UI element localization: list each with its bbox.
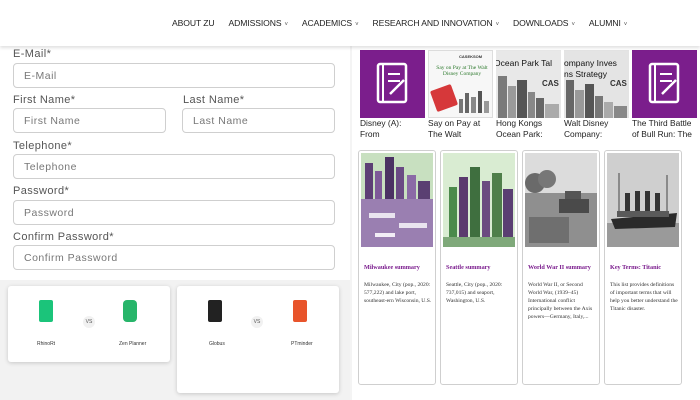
summary-card[interactable]: Milwaukee summary Milwaukee, City (pop.,… — [358, 150, 436, 385]
chevron-down-icon: ˅ — [623, 22, 628, 28]
password-label: Password* — [13, 185, 70, 197]
summary-card[interactable]: Key Terms: Titanic This list provides de… — [604, 150, 682, 385]
nav-about[interactable]: ABOUT ZU — [172, 18, 215, 28]
city-skyline-image — [498, 76, 559, 118]
case-cover: Ocean Park Tal CAS — [496, 50, 561, 118]
case-cover — [632, 50, 697, 118]
vs-badge: VS — [251, 316, 263, 328]
telephone-label: Telephone* — [13, 140, 73, 152]
case-title: Disney (A): From — [360, 118, 402, 139]
zen-planner-logo — [123, 300, 137, 322]
summary-description: Milwaukee, City (pop., 2020: 577,222) an… — [364, 282, 432, 304]
case-card[interactable]: Disney (A): From — [360, 46, 425, 146]
last-name-label: Last Name* — [183, 94, 245, 106]
confirm-password-label: Confirm Password* — [13, 231, 114, 243]
world-war-ii-image — [525, 153, 597, 247]
nav-research[interactable]: RESEARCH AND INNOVATION ˅ — [372, 18, 499, 28]
comparison-card[interactable]: VS Globus PTminder — [177, 286, 339, 393]
ptminder-logo — [293, 300, 307, 322]
comparison-left-name: RhinoRt — [37, 341, 56, 347]
summary-title[interactable]: Key Terms: Titanic — [610, 264, 661, 271]
case-card[interactable]: CASEKSOM Say on Pay at The Walt Disney C… — [428, 46, 493, 146]
nav-admissions[interactable]: ADMISSIONS ˅ — [229, 18, 288, 28]
rhinofit-logo — [39, 300, 53, 322]
password-field[interactable] — [13, 200, 335, 225]
email-label: E-Mail* — [13, 48, 52, 60]
milwaukee-image — [361, 153, 433, 247]
case-cover: ompany Inves ns Strategy CAS — [564, 50, 629, 118]
confirm-password-field[interactable] — [13, 245, 335, 270]
comparison-left-name: Globus — [209, 341, 225, 347]
case-title: The Third Battle of Bull Run: The — [632, 118, 692, 139]
comparison-card[interactable]: VS RhinoRt Zen Planner — [8, 286, 170, 362]
summary-card[interactable]: Seattle summary Seattle, City (pop., 202… — [440, 150, 518, 385]
summary-card[interactable]: World War II summary World War II, or Se… — [522, 150, 600, 385]
book-icon — [430, 84, 489, 113]
nav-downloads[interactable]: DOWNLOADS ˅ — [513, 18, 575, 28]
chevron-down-icon: ˅ — [355, 22, 359, 28]
email-field[interactable] — [13, 63, 335, 88]
summary-description: World War II, or Second World War, (1939… — [528, 282, 593, 320]
summary-title[interactable]: Seattle summary — [446, 264, 491, 271]
notebook-icon — [376, 62, 408, 104]
top-navigation: ABOUT ZU ADMISSIONS ˅ ACADEMICS ˅ RESEARCH… — [0, 0, 700, 46]
nav-academics[interactable]: ACADEMICS ˅ — [302, 18, 359, 28]
titanic-image — [607, 153, 679, 247]
case-title: Say on Pay at The Walt — [428, 118, 481, 139]
summary-title[interactable]: Milwaukee summary — [364, 264, 420, 271]
comparison-right-name: Zen Planner — [119, 341, 147, 347]
nav-alumni[interactable]: ALUMNI ˅ — [589, 18, 627, 28]
city-skyline-image — [566, 80, 627, 118]
column-divider — [350, 46, 352, 400]
summary-title[interactable]: World War II summary — [528, 264, 591, 271]
comparison-right-name: PTminder — [291, 341, 313, 347]
telephone-field[interactable] — [13, 154, 335, 179]
case-cover: CASEKSOM Say on Pay at The Walt Disney C… — [428, 50, 493, 118]
globus-logo — [208, 300, 222, 322]
last-name-field[interactable] — [182, 108, 335, 133]
notebook-icon — [648, 62, 680, 104]
case-title: Hong Kongs Ocean Park: — [496, 118, 543, 139]
case-card[interactable]: The Third Battle of Bull Run: The — [632, 46, 697, 146]
chevron-down-icon: ˅ — [571, 22, 575, 28]
chevron-down-icon: ˅ — [284, 22, 288, 28]
vs-badge: VS — [83, 316, 95, 328]
first-name-label: First Name* — [13, 94, 76, 106]
case-title: Walt Disney Company: — [564, 118, 609, 139]
first-name-field[interactable] — [13, 108, 166, 133]
case-card[interactable]: ompany Inves ns Strategy CAS Walt Disney… — [564, 46, 629, 146]
case-card[interactable]: Ocean Park Tal CAS Hong Kongs Ocean Park: — [496, 46, 561, 146]
seattle-image — [443, 153, 515, 247]
summary-description: This list provides definitions of import… — [610, 282, 678, 312]
chevron-down-icon: ˅ — [495, 22, 500, 28]
case-cover — [360, 50, 425, 118]
summary-description: Seattle, City (pop., 2020: 737,015) and … — [446, 282, 503, 304]
